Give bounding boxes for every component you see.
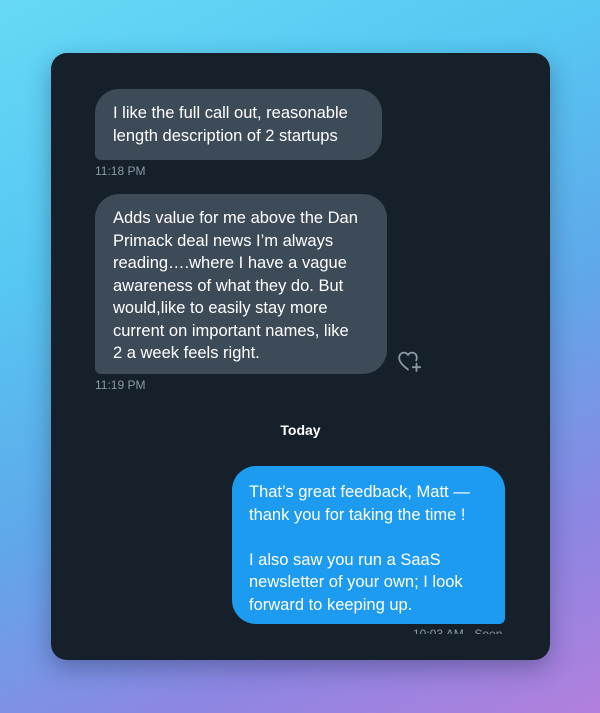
dm-conversation-window: I like the full call out, reasonable len…: [51, 53, 550, 660]
message-bubble-outgoing[interactable]: That’s great feedback, Matt — thank you …: [232, 466, 505, 624]
message-timestamp: 11:19 PM: [95, 378, 146, 392]
message-timestamp: 11:18 PM: [95, 164, 146, 178]
day-separator: Today: [280, 422, 321, 438]
message-timestamp-seen: 10:03 AM · Seen: [413, 628, 502, 634]
message-bubble-incoming[interactable]: Adds value for me above the Dan Primack …: [95, 194, 387, 374]
heart-plus-icon: [398, 351, 422, 372]
add-reaction-button[interactable]: [397, 349, 423, 373]
message-bubble-incoming[interactable]: I like the full call out, reasonable len…: [95, 89, 382, 160]
